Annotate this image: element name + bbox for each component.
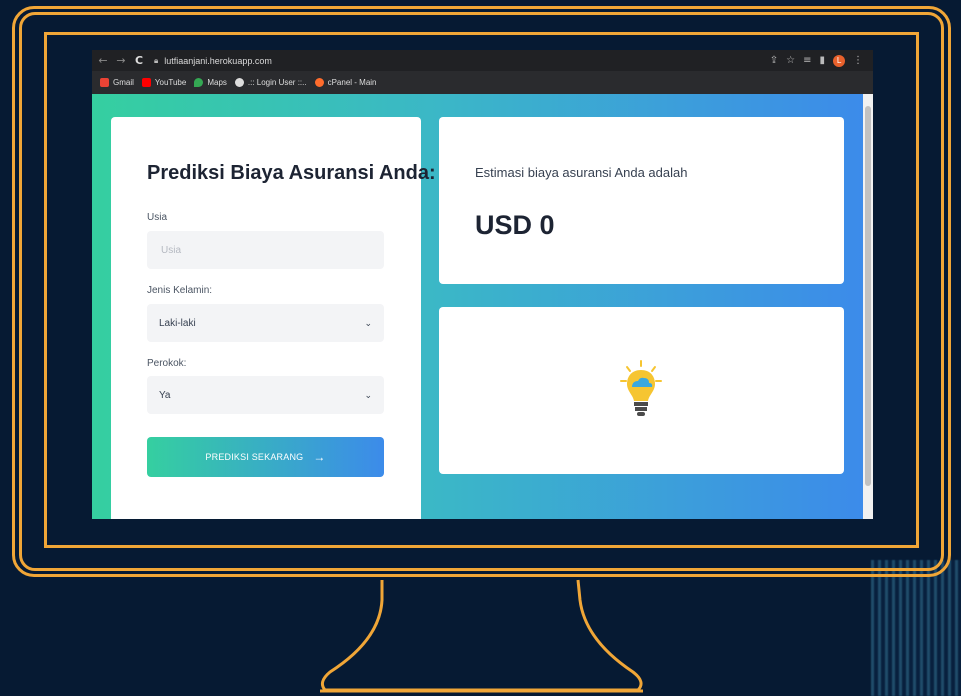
arrow-right-icon: → [313,450,326,464]
bookmark-youtube[interactable]: YouTube [141,78,186,87]
gender-label: Jenis Kelamin: [147,285,213,296]
gmail-icon [100,78,109,87]
back-icon[interactable]: ← [96,54,110,67]
lock-icon: 🔒︎ [154,55,159,65]
forward-icon[interactable]: → [114,54,128,67]
result-value: USD 0 [475,210,555,240]
smoker-label: Perokok: [147,358,187,369]
age-label: Usia [147,212,168,223]
side-panel-icon[interactable]: ▮ [819,55,825,66]
browser-toolbar: ← → C 🔒︎ lutfiaanjani.herokuapp.com ⇪ ☆ … [92,50,873,71]
gender-select[interactable]: Laki-laki ⌄ [147,304,384,342]
chevron-down-icon: ⌄ [364,389,372,400]
reload-icon[interactable]: C [132,54,146,67]
scrollbar-thumb[interactable] [865,106,871,486]
age-field[interactable] [147,231,384,269]
reading-list-icon[interactable]: ≡ [803,55,811,66]
smoker-select[interactable]: Ya ⌄ [147,376,384,414]
predict-button[interactable]: PREDIKSI SEKARANG → [147,437,384,477]
menu-icon[interactable]: ⋮ [853,55,863,66]
address-bar[interactable]: 🔒︎ lutfiaanjani.herokuapp.com [154,53,272,69]
smoker-selected-value: Ya [159,389,171,401]
bookmark-cpanel[interactable]: cPanel - Main [314,78,377,87]
predict-button-label: PREDIKSI SEKARANG [205,452,304,462]
lightbulb-cloud-icon [620,360,662,416]
profile-avatar[interactable]: L [833,54,845,67]
bookmarks-bar: Gmail YouTube Maps .:: Login User ::.. c… [92,71,873,94]
prediction-form-card: Prediksi Biaya Asuransi Anda: Usia Jenis… [111,117,436,519]
cpanel-icon [314,78,324,87]
result-card: Estimasi biaya asuransi Anda adalah USD … [439,117,844,284]
illustration-card [439,307,844,474]
bookmark-login-user[interactable]: .:: Login User ::.. [234,78,307,87]
result-label: Estimasi biaya asuransi Anda adalah [475,165,688,180]
gender-selected-value: Laki-laki [159,317,196,329]
page-content: Prediksi Biaya Asuransi Anda: Usia Jenis… [92,94,863,519]
browser-window: ← → C 🔒︎ lutfiaanjani.herokuapp.com ⇪ ☆ … [92,50,873,519]
youtube-icon [141,78,151,87]
age-input[interactable] [159,243,372,257]
share-icon[interactable]: ⇪ [770,55,778,66]
bookmark-maps[interactable]: Maps [194,78,227,87]
page-scrollbar[interactable] [863,94,873,519]
url-text: lutfiaanjani.herokuapp.com [164,55,272,66]
form-title: Prediksi Biaya Asuransi Anda: [147,162,436,184]
maps-icon [194,78,204,87]
star-icon[interactable]: ☆ [786,55,795,66]
bookmark-gmail[interactable]: Gmail [100,78,134,87]
toolbar-actions: ⇪ ☆ ≡ ▮ L ⋮ [770,54,863,67]
chevron-down-icon: ⌄ [364,317,372,328]
globe-icon [234,78,244,87]
